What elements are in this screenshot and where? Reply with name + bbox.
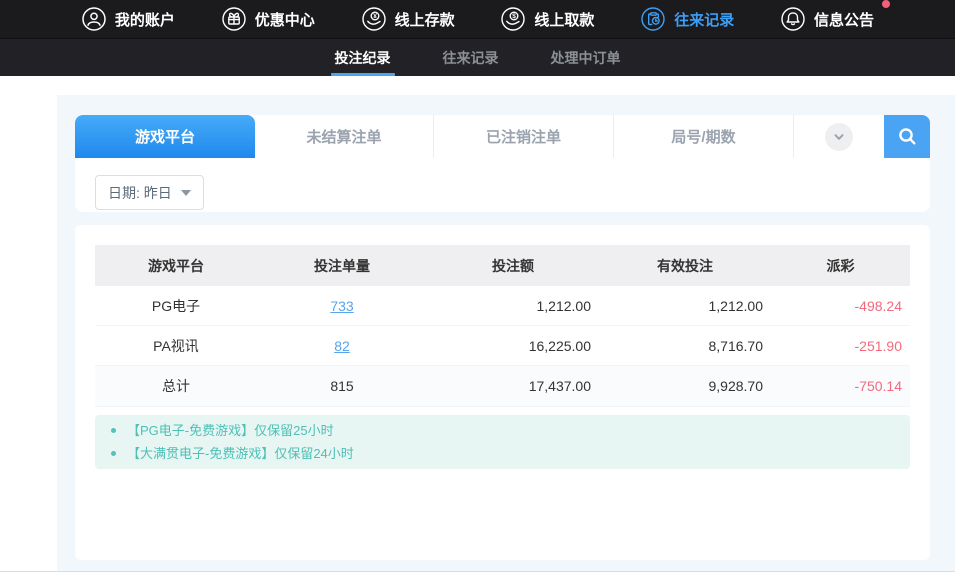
cell-valid-bet: 1,212.00 [599,298,771,314]
svg-text:$: $ [513,13,517,20]
cell-total-label: 总计 [95,376,257,396]
subnav-label: 投注纪录 [335,48,391,68]
nav-my-account[interactable]: 我的账户 [81,6,175,32]
chevron-down-icon [833,131,845,143]
tab-label: 未结算注单 [306,126,381,147]
tab-label: 游戏平台 [135,126,195,147]
nav-withdraw[interactable]: $ 线上取款 [500,6,594,32]
tab-cancelled-bets[interactable]: 已注销注单 [434,115,614,158]
nav-label: 信息公告 [814,9,874,30]
bell-icon [780,6,806,32]
nav-label: 优惠中心 [255,9,315,30]
svg-text:¥: ¥ [373,13,377,20]
records-icon [640,6,666,32]
notice-item: 【PG电子-免费游戏】仅保留25小时 [111,422,894,439]
nav-label: 线上取款 [534,9,594,30]
subnav-pending-orders[interactable]: 处理中订单 [547,39,625,76]
tab-unsettled-bets[interactable]: 未结算注单 [255,115,434,158]
cell-valid-bet: 8,716.70 [599,338,771,354]
header-valid-bet: 有效投注 [599,256,771,276]
header-bet-amount: 投注额 [427,256,599,276]
tab-strip: 游戏平台 未结算注单 已注销注单 局号/期数 [75,115,930,158]
cell-platform: PG电子 [95,296,257,316]
cell-payout: -251.90 [771,338,910,354]
table-row: PG电子 733 1,212.00 1,212.00 -498.24 [95,286,910,326]
gift-icon [221,6,247,32]
table-total-row: 总计 815 17,437.00 9,928.70 -750.14 [95,366,910,407]
search-button[interactable] [884,115,930,158]
notice-item: 【大满贯电子-免费游戏】仅保留24小时 [111,445,894,462]
header-payout: 派彩 [771,256,910,276]
page-bottom-divider [0,571,955,572]
date-filter-label: 日期: 昨日 [108,183,172,203]
tab-game-platform[interactable]: 游戏平台 [75,115,255,158]
bet-summary-table: 游戏平台 投注单量 投注额 有效投注 派彩 PG电子 733 1,212.00 … [95,245,910,407]
search-icon [897,126,918,147]
subnav-label: 处理中订单 [551,48,621,68]
nav-deposit[interactable]: ¥ 线上存款 [361,6,455,32]
notice-box: 【PG电子-免费游戏】仅保留25小时 【大满贯电子-免费游戏】仅保留24小时 [95,415,910,469]
notice-text: 【PG电子-免费游戏】仅保留25小时 [127,422,334,439]
cell-total-valid-bet: 9,928.70 [599,378,771,394]
nav-promotions[interactable]: 优惠中心 [221,6,315,32]
active-tab-underline [331,73,395,76]
subnav-transaction-records[interactable]: 往来记录 [439,39,503,76]
bullet-icon [111,428,116,433]
cell-platform: PA视讯 [95,336,257,356]
tab-dropdown-toggle[interactable] [794,115,884,158]
table-row: PA视讯 82 16,225.00 8,716.70 -251.90 [95,326,910,366]
withdraw-icon: $ [500,6,526,32]
table-card: 游戏平台 投注单量 投注额 有效投注 派彩 PG电子 733 1,212.00 … [75,225,930,560]
nav-label: 我的账户 [115,9,175,30]
tab-label: 局号/期数 [671,126,735,147]
page: 我的账户 优惠中心 ¥ 线上存款 $ 线上取款 [0,0,955,574]
cell-bet-amount: 1,212.00 [427,298,599,314]
bet-count-link[interactable]: 733 [330,298,353,314]
nav-label: 往来记录 [674,9,734,30]
content-panel: 游戏平台 未结算注单 已注销注单 局号/期数 [57,95,955,571]
caret-down-icon [181,190,191,196]
tab-label: 已注销注单 [486,126,561,147]
header-platform: 游戏平台 [95,256,257,276]
deposit-icon: ¥ [361,6,387,32]
nav-announcements[interactable]: 信息公告 [780,6,874,32]
cell-bet-amount: 16,225.00 [427,338,599,354]
bullet-icon [111,451,116,456]
user-icon [81,6,107,32]
subnav-label: 往来记录 [443,48,499,68]
header-bet-count: 投注单量 [257,256,427,276]
subnav-bet-records[interactable]: 投注纪录 [331,39,395,76]
bet-count-link[interactable]: 82 [334,338,350,354]
date-filter-dropdown[interactable]: 日期: 昨日 [95,175,204,210]
cell-total-payout: -750.14 [771,378,910,394]
notification-dot [882,0,890,8]
sub-nav: 投注纪录 往来记录 处理中订单 [0,38,955,76]
cell-total-count: 815 [257,378,427,394]
table-header-row: 游戏平台 投注单量 投注额 有效投注 派彩 [95,245,910,286]
cell-payout: -498.24 [771,298,910,314]
nav-label: 线上存款 [395,9,455,30]
notice-text: 【大满贯电子-免费游戏】仅保留24小时 [127,445,354,462]
cell-total-bet-amount: 17,437.00 [427,378,599,394]
nav-transaction-records[interactable]: 往来记录 [640,6,734,32]
tab-round-number[interactable]: 局号/期数 [614,115,794,158]
top-nav: 我的账户 优惠中心 ¥ 线上存款 $ 线上取款 [0,0,955,38]
chevron-circle [825,123,853,151]
